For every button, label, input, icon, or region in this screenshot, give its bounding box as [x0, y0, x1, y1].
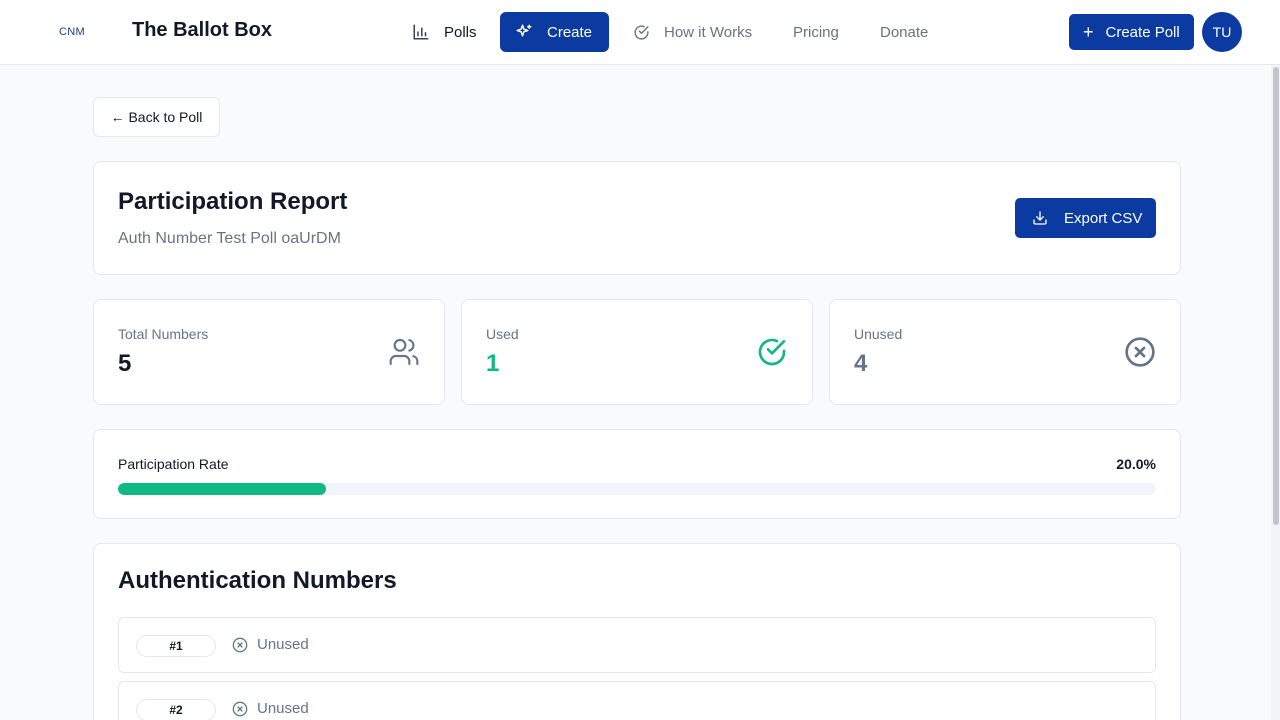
page-title: Participation Report	[118, 188, 348, 215]
nav-pricing-label: Pricing	[793, 23, 839, 41]
check-circle-icon	[634, 24, 649, 40]
nav-donate[interactable]: Donate	[880, 12, 928, 52]
avatar[interactable]: TU	[1202, 12, 1242, 52]
logo[interactable]: CNM	[44, 12, 100, 52]
plus-icon: +	[1083, 22, 1094, 42]
x-circle-icon	[232, 701, 248, 716]
status-text: Unused	[257, 700, 309, 717]
create-poll-button[interactable]: + Create Poll	[1069, 14, 1194, 50]
top-navbar: CNM The Ballot Box Polls Create How it W…	[0, 0, 1280, 65]
sparkles-icon	[516, 24, 532, 37]
nav-create-label: Create	[547, 23, 593, 41]
x-circle-icon	[1125, 337, 1155, 367]
progress-track	[118, 483, 1156, 495]
users-icon	[389, 338, 419, 366]
auth-numbers-card: Authentication Numbers #1 Unused #2 Unus…	[93, 543, 1181, 720]
nav-create[interactable]: Create	[500, 12, 609, 52]
nav-polls[interactable]: Polls	[412, 12, 477, 52]
back-to-poll-button[interactable]: ← Back to Poll	[93, 97, 220, 137]
status-indicator: Unused	[232, 700, 309, 717]
status-text: Unused	[257, 636, 309, 653]
stat-unused: Unused 4	[829, 299, 1181, 405]
auth-number-badge: #1	[136, 635, 216, 657]
nav-donate-label: Donate	[880, 23, 929, 41]
bar-chart-icon	[413, 24, 429, 40]
stat-label: Used	[486, 326, 519, 342]
stat-used: Used 1	[461, 299, 813, 405]
scrollbar[interactable]	[1271, 65, 1280, 720]
x-circle-icon	[232, 637, 248, 652]
logo-text: CNM	[59, 26, 85, 38]
participation-rate-card: Participation Rate 20.0%	[93, 429, 1181, 519]
auth-number-badge: #2	[136, 699, 216, 720]
brand-name[interactable]: The Ballot Box	[132, 19, 272, 42]
stat-label: Total Numbers	[118, 326, 209, 342]
report-header-card: Participation Report Auth Number Test Po…	[93, 161, 1181, 275]
create-poll-label: Create Poll	[1105, 23, 1180, 41]
stat-value: 4	[854, 350, 868, 377]
section-title: Authentication Numbers	[118, 567, 397, 594]
stat-value: 5	[118, 350, 132, 377]
participation-rate-label: Participation Rate	[118, 456, 229, 472]
check-circle-icon	[758, 338, 786, 366]
export-csv-label: Export CSV	[1064, 209, 1143, 227]
export-csv-button[interactable]: Export CSV	[1015, 198, 1156, 238]
nav-pricing[interactable]: Pricing	[793, 12, 839, 52]
stat-value: 1	[486, 350, 500, 377]
nav-how-it-works[interactable]: How it Works	[633, 12, 752, 52]
download-icon	[1033, 211, 1047, 225]
stat-total-numbers: Total Numbers 5	[93, 299, 445, 405]
list-item: #1 Unused	[118, 617, 1156, 673]
status-indicator: Unused	[232, 636, 309, 653]
participation-rate-value: 20.0%	[1116, 456, 1156, 472]
list-item: #2 Unused	[118, 681, 1156, 720]
poll-name: Auth Number Test Poll oaUrDM	[118, 230, 341, 247]
stat-label: Unused	[854, 326, 903, 342]
nav-polls-label: Polls	[444, 23, 477, 41]
progress-fill	[118, 483, 326, 495]
scrollbar-thumb[interactable]	[1273, 67, 1279, 525]
nav-how-label: How it Works	[664, 23, 753, 41]
